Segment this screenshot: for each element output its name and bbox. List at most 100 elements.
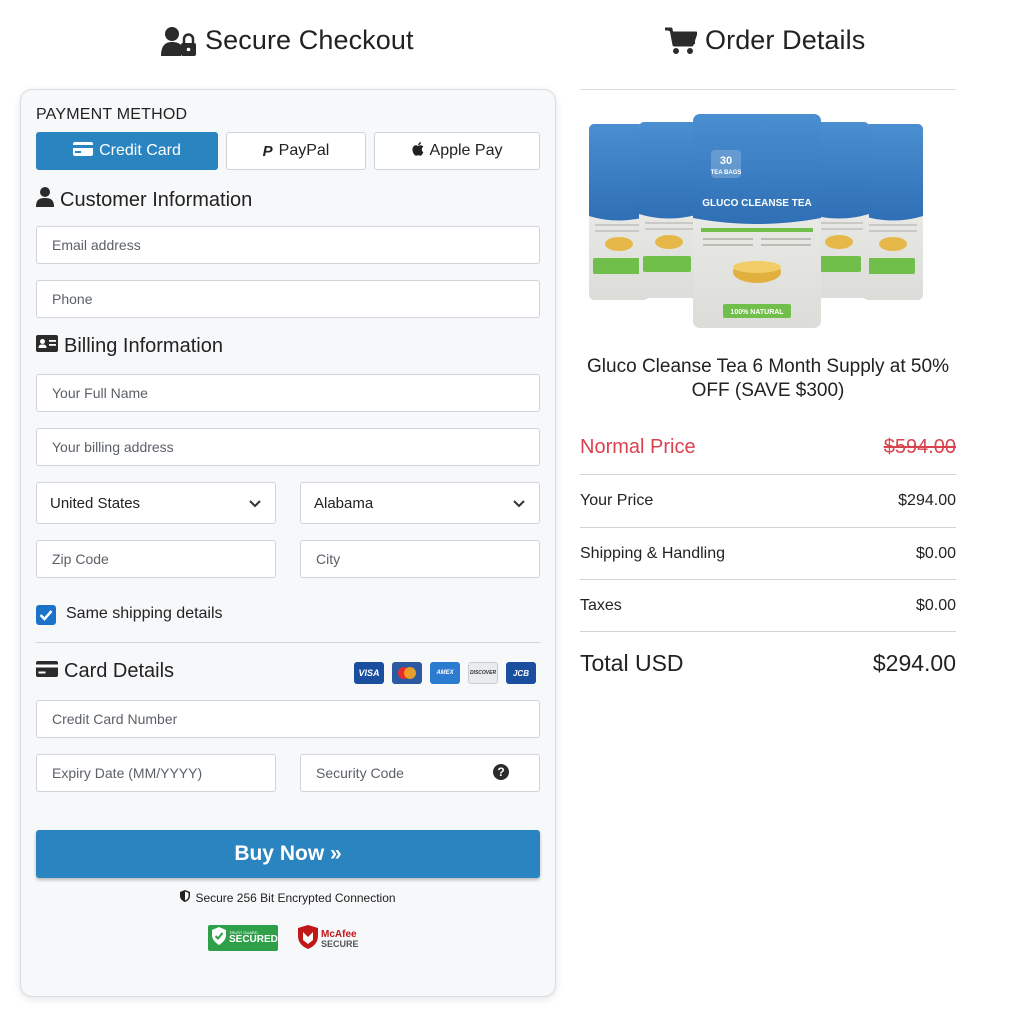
your-price-label: Your Price [580, 492, 654, 509]
total-label: Total USD [580, 650, 684, 676]
user-icon [36, 187, 54, 213]
country-value: United States [50, 494, 141, 512]
shipping-row: Shipping & Handling $0.00 [580, 545, 956, 563]
normal-price-value: $594.00 [883, 436, 956, 458]
id-card-icon [36, 335, 58, 358]
secure-connection: Secure 256 Bit Encrypted Connection [36, 890, 540, 905]
pouch-natural: 100% NATURAL [730, 309, 784, 316]
paypal-tab-label: PayPal [278, 142, 330, 159]
card-details-label: Card Details [64, 660, 175, 682]
payment-method-label: PAYMENT METHOD [36, 106, 188, 123]
user-lock-icon [161, 26, 197, 56]
shipping-label: Shipping & Handling [580, 545, 725, 562]
trust-guard-badge: TRUST GUARD SECURED [208, 925, 278, 951]
city-field[interactable]: City [300, 540, 540, 578]
buy-now-label: Buy Now » [234, 842, 342, 865]
state-select[interactable]: Alabama [300, 482, 540, 524]
svg-text:?: ? [497, 765, 504, 779]
apple-pay-tab-label: Apple Pay [429, 142, 503, 159]
total-row: Total USD $294.00 [580, 650, 956, 677]
full-name-placeholder: Your Full Name [52, 385, 148, 401]
visa-logo: VISA [354, 662, 384, 684]
expiry-placeholder: Expiry Date (MM/YYYY) [52, 765, 203, 781]
credit-card-icon [73, 141, 94, 161]
page-title: Secure Checkout [205, 25, 414, 55]
pouch-brand: GLUCO CLEANSE TEA [702, 198, 811, 209]
taxes-value: $0.00 [915, 597, 956, 614]
divider [580, 631, 956, 632]
paypal-icon: P [262, 142, 273, 160]
normal-price-row: Normal Price $594.00 [580, 436, 956, 459]
card-logos: VISA AMEX DISCOVER JCB [354, 662, 536, 684]
shopping-cart-icon [665, 27, 697, 55]
email-field[interactable]: Email address [36, 226, 540, 264]
email-placeholder: Email address [52, 237, 141, 253]
card-number-placeholder: Credit Card Number [52, 711, 178, 727]
mastercard-logo [392, 662, 422, 684]
state-value: Alabama [314, 494, 374, 512]
shipping-value: $0.00 [915, 545, 956, 562]
pouch-back-right [863, 124, 923, 300]
discover-logo: DISCOVER [468, 662, 498, 684]
apple-icon [411, 141, 424, 161]
security-code-field[interactable]: Security Code ? [300, 754, 540, 792]
security-code-placeholder: Security Code [316, 765, 404, 781]
same-shipping-checkbox[interactable] [36, 605, 56, 625]
card-number-field[interactable]: Credit Card Number [36, 700, 540, 738]
divider [580, 579, 956, 580]
zip-placeholder: Zip Code [52, 551, 109, 567]
your-price-value: $294.00 [898, 492, 956, 509]
total-value: $294.00 [872, 650, 956, 676]
billing-info-label: Billing Information [64, 335, 223, 357]
shield-icon [180, 890, 191, 905]
pouch-back-left-2 [639, 122, 699, 298]
mcafee-badge: McAfee SECURE [298, 925, 359, 954]
order-heading: Order Details [665, 25, 865, 56]
phone-placeholder: Phone [52, 291, 93, 307]
divider [36, 642, 540, 643]
secure-connection-text: Secure 256 Bit Encrypted Connection [195, 890, 396, 905]
zip-field[interactable]: Zip Code [36, 540, 276, 578]
country-select[interactable]: United States [36, 482, 276, 524]
your-price-row: Your Price $294.00 [580, 492, 956, 510]
pouch-bags-count: 30 [720, 155, 732, 167]
billing-address-placeholder: Your billing address [52, 439, 174, 455]
normal-price-label: Normal Price [580, 436, 696, 458]
product-image: 30 TEA BAGS GLUCO CLEANSE TEA 100% NATUR… [585, 112, 951, 332]
divider [580, 527, 956, 528]
expiry-field[interactable]: Expiry Date (MM/YYYY) [36, 754, 276, 792]
credit-card-tab-label: Credit Card [99, 142, 181, 159]
trust-guard-main: SECURED [229, 934, 278, 945]
billing-info-title: Billing Information [36, 335, 223, 358]
billing-address-field[interactable]: Your billing address [36, 428, 540, 466]
product-title: Gluco Cleanse Tea 6 Month Supply at 50% … [587, 356, 949, 401]
buy-now-button[interactable]: Buy Now » [36, 830, 540, 878]
pouch-bags-label: TEA BAGS [711, 170, 742, 176]
divider [580, 474, 956, 475]
amex-logo: AMEX [430, 662, 460, 684]
apple-pay-tab[interactable]: Apple Pay [374, 132, 540, 170]
taxes-label: Taxes [580, 597, 622, 614]
chevron-down-icon [513, 495, 525, 512]
jcb-logo: JCB [506, 662, 536, 684]
full-name-field[interactable]: Your Full Name [36, 374, 540, 412]
chevron-down-icon [249, 495, 261, 512]
order-divider [580, 89, 956, 90]
order-title: Order Details [705, 25, 866, 55]
checkmark-icon [39, 610, 53, 621]
shield-check-icon [212, 926, 226, 950]
checkout-heading: Secure Checkout [161, 25, 414, 56]
pouch-front: 30 TEA BAGS GLUCO CLEANSE TEA 100% NATUR… [693, 114, 821, 328]
credit-card-tab[interactable]: Credit Card [36, 132, 218, 170]
card-details-title: Card Details [36, 660, 174, 683]
mcafee-shield-icon [298, 925, 318, 954]
question-circle-icon[interactable]: ? [493, 763, 509, 783]
phone-field[interactable]: Phone [36, 280, 540, 318]
same-shipping-label[interactable]: Same shipping details [66, 605, 223, 623]
paypal-tab[interactable]: P PayPal [226, 132, 366, 170]
mcafee-bottom: SECURE [321, 939, 359, 949]
credit-card-icon [36, 660, 58, 683]
customer-info-label: Customer Information [60, 188, 253, 211]
customer-info-title: Customer Information [36, 187, 252, 213]
taxes-row: Taxes $0.00 [580, 597, 956, 615]
